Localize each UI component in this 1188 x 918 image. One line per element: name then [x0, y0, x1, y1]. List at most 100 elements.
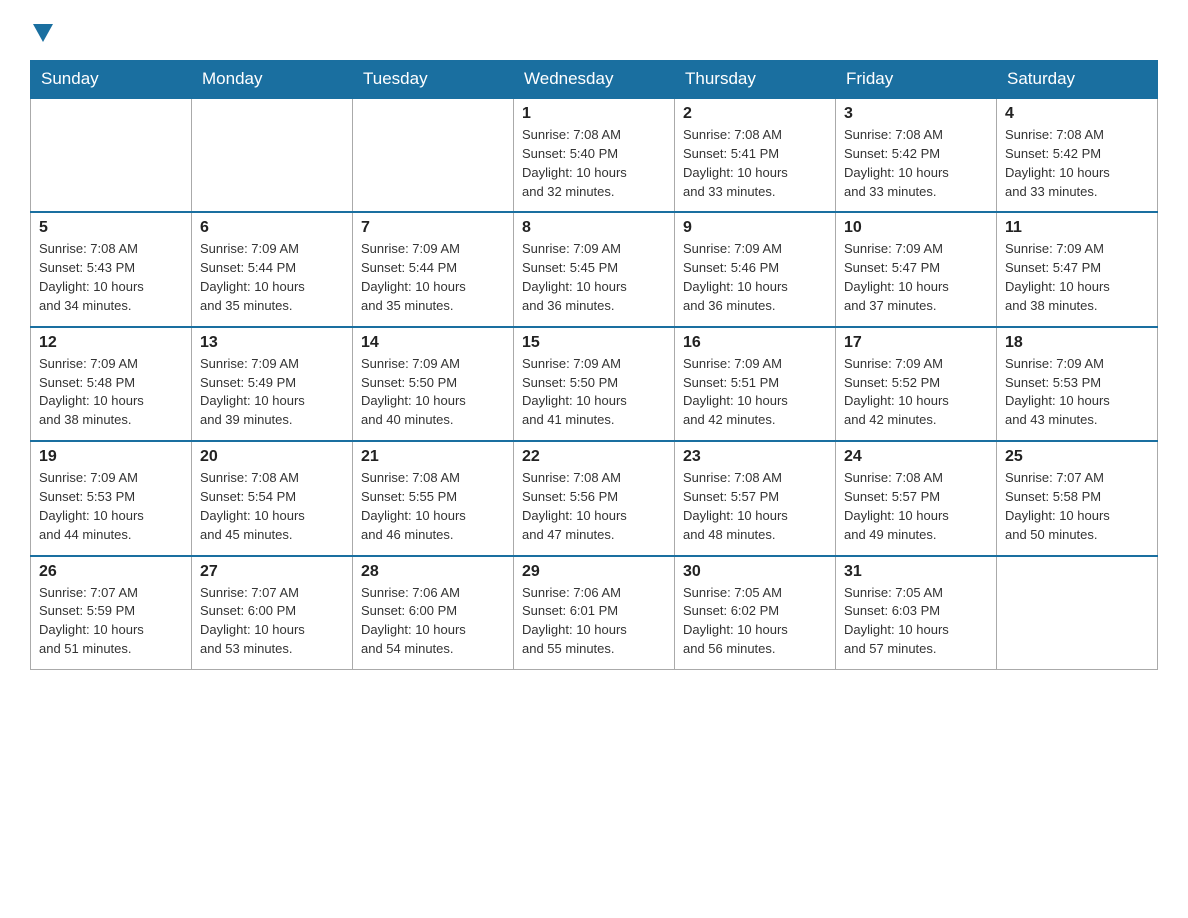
calendar-week-row: 5 Sunrise: 7:08 AM Sunset: 5:43 PM Daylig…	[31, 212, 1158, 326]
day-info: Sunrise: 7:08 AM Sunset: 5:54 PM Dayligh…	[200, 469, 344, 544]
logo	[30, 20, 53, 40]
day-info: Sunrise: 7:08 AM Sunset: 5:57 PM Dayligh…	[844, 469, 988, 544]
day-number: 22	[522, 448, 666, 466]
day-number: 25	[1005, 448, 1149, 466]
calendar-cell	[192, 98, 353, 212]
day-info: Sunrise: 7:07 AM Sunset: 6:00 PM Dayligh…	[200, 584, 344, 659]
calendar-cell: 12 Sunrise: 7:09 AM Sunset: 5:48 PM Dayli…	[31, 327, 192, 441]
calendar-cell: 11 Sunrise: 7:09 AM Sunset: 5:47 PM Dayli…	[997, 212, 1158, 326]
calendar-cell: 9Sunrise: 7:09 AM Sunset: 5:46 PM Daylig…	[675, 212, 836, 326]
calendar-week-row: 19Sunrise: 7:09 AM Sunset: 5:53 PM Dayli…	[31, 441, 1158, 555]
day-header-thursday: Thursday	[675, 61, 836, 99]
day-number: 24	[844, 448, 988, 466]
calendar-cell: 27 Sunrise: 7:07 AM Sunset: 6:00 PM Dayli…	[192, 556, 353, 670]
day-info: Sunrise: 7:09 AM Sunset: 5:50 PM Dayligh…	[361, 355, 505, 430]
day-number: 19	[39, 448, 183, 466]
calendar-cell: 25 Sunrise: 7:07 AM Sunset: 5:58 PM Dayli…	[997, 441, 1158, 555]
day-info: Sunrise: 7:09 AM Sunset: 5:44 PM Dayligh…	[200, 240, 344, 315]
calendar-cell: 30 Sunrise: 7:05 AM Sunset: 6:02 PM Dayli…	[675, 556, 836, 670]
day-number: 27	[200, 563, 344, 581]
day-info: Sunrise: 7:09 AM Sunset: 5:51 PM Dayligh…	[683, 355, 827, 430]
calendar-week-row: 26 Sunrise: 7:07 AM Sunset: 5:59 PM Dayli…	[31, 556, 1158, 670]
calendar-week-row: 1 Sunrise: 7:08 AM Sunset: 5:40 PM Daylig…	[31, 98, 1158, 212]
day-number: 13	[200, 334, 344, 352]
day-info: Sunrise: 7:08 AM Sunset: 5:55 PM Dayligh…	[361, 469, 505, 544]
day-info: Sunrise: 7:05 AM Sunset: 6:03 PM Dayligh…	[844, 584, 988, 659]
calendar-cell: 22 Sunrise: 7:08 AM Sunset: 5:56 PM Dayli…	[514, 441, 675, 555]
calendar-table: SundayMondayTuesdayWednesdayThursdayFrid…	[30, 60, 1158, 670]
calendar-cell: 21 Sunrise: 7:08 AM Sunset: 5:55 PM Dayli…	[353, 441, 514, 555]
day-info: Sunrise: 7:09 AM Sunset: 5:45 PM Dayligh…	[522, 240, 666, 315]
day-info: Sunrise: 7:07 AM Sunset: 5:58 PM Dayligh…	[1005, 469, 1149, 544]
day-number: 23	[683, 448, 827, 466]
calendar-cell	[31, 98, 192, 212]
calendar-cell: 26 Sunrise: 7:07 AM Sunset: 5:59 PM Dayli…	[31, 556, 192, 670]
day-info: Sunrise: 7:05 AM Sunset: 6:02 PM Dayligh…	[683, 584, 827, 659]
day-header-monday: Monday	[192, 61, 353, 99]
day-info: Sunrise: 7:08 AM Sunset: 5:42 PM Dayligh…	[844, 126, 988, 201]
day-info: Sunrise: 7:08 AM Sunset: 5:42 PM Dayligh…	[1005, 126, 1149, 201]
day-header-tuesday: Tuesday	[353, 61, 514, 99]
day-number: 1	[522, 105, 666, 123]
day-number: 31	[844, 563, 988, 581]
day-info: Sunrise: 7:09 AM Sunset: 5:50 PM Dayligh…	[522, 355, 666, 430]
day-number: 26	[39, 563, 183, 581]
day-header-sunday: Sunday	[31, 61, 192, 99]
calendar-cell: 1 Sunrise: 7:08 AM Sunset: 5:40 PM Daylig…	[514, 98, 675, 212]
day-info: Sunrise: 7:09 AM Sunset: 5:47 PM Dayligh…	[1005, 240, 1149, 315]
day-number: 18	[1005, 334, 1149, 352]
day-info: Sunrise: 7:06 AM Sunset: 6:01 PM Dayligh…	[522, 584, 666, 659]
day-number: 28	[361, 563, 505, 581]
day-number: 6	[200, 219, 344, 237]
calendar-cell: 13Sunrise: 7:09 AM Sunset: 5:49 PM Dayli…	[192, 327, 353, 441]
calendar-cell: 16Sunrise: 7:09 AM Sunset: 5:51 PM Dayli…	[675, 327, 836, 441]
day-info: Sunrise: 7:09 AM Sunset: 5:52 PM Dayligh…	[844, 355, 988, 430]
day-info: Sunrise: 7:08 AM Sunset: 5:57 PM Dayligh…	[683, 469, 827, 544]
calendar-cell: 20 Sunrise: 7:08 AM Sunset: 5:54 PM Dayli…	[192, 441, 353, 555]
day-info: Sunrise: 7:09 AM Sunset: 5:47 PM Dayligh…	[844, 240, 988, 315]
calendar-cell: 18Sunrise: 7:09 AM Sunset: 5:53 PM Dayli…	[997, 327, 1158, 441]
day-header-friday: Friday	[836, 61, 997, 99]
calendar-cell: 31 Sunrise: 7:05 AM Sunset: 6:03 PM Dayli…	[836, 556, 997, 670]
calendar-cell: 3 Sunrise: 7:08 AM Sunset: 5:42 PM Daylig…	[836, 98, 997, 212]
day-number: 2	[683, 105, 827, 123]
calendar-cell: 7Sunrise: 7:09 AM Sunset: 5:44 PM Daylig…	[353, 212, 514, 326]
day-info: Sunrise: 7:08 AM Sunset: 5:43 PM Dayligh…	[39, 240, 183, 315]
day-number: 4	[1005, 105, 1149, 123]
day-info: Sunrise: 7:09 AM Sunset: 5:48 PM Dayligh…	[39, 355, 183, 430]
calendar-cell: 28Sunrise: 7:06 AM Sunset: 6:00 PM Dayli…	[353, 556, 514, 670]
page-header	[30, 20, 1158, 40]
day-number: 29	[522, 563, 666, 581]
day-info: Sunrise: 7:08 AM Sunset: 5:56 PM Dayligh…	[522, 469, 666, 544]
calendar-cell: 4 Sunrise: 7:08 AM Sunset: 5:42 PM Daylig…	[997, 98, 1158, 212]
day-number: 8	[522, 219, 666, 237]
calendar-cell: 29 Sunrise: 7:06 AM Sunset: 6:01 PM Dayli…	[514, 556, 675, 670]
day-number: 5	[39, 219, 183, 237]
day-number: 12	[39, 334, 183, 352]
day-number: 15	[522, 334, 666, 352]
day-number: 30	[683, 563, 827, 581]
day-info: Sunrise: 7:07 AM Sunset: 5:59 PM Dayligh…	[39, 584, 183, 659]
day-number: 9	[683, 219, 827, 237]
calendar-cell: 6 Sunrise: 7:09 AM Sunset: 5:44 PM Daylig…	[192, 212, 353, 326]
calendar-cell: 23 Sunrise: 7:08 AM Sunset: 5:57 PM Dayli…	[675, 441, 836, 555]
calendar-cell: 17 Sunrise: 7:09 AM Sunset: 5:52 PM Dayli…	[836, 327, 997, 441]
day-info: Sunrise: 7:08 AM Sunset: 5:41 PM Dayligh…	[683, 126, 827, 201]
day-number: 20	[200, 448, 344, 466]
calendar-week-row: 12 Sunrise: 7:09 AM Sunset: 5:48 PM Dayli…	[31, 327, 1158, 441]
day-number: 17	[844, 334, 988, 352]
day-number: 11	[1005, 219, 1149, 237]
calendar-cell: 19Sunrise: 7:09 AM Sunset: 5:53 PM Dayli…	[31, 441, 192, 555]
day-info: Sunrise: 7:08 AM Sunset: 5:40 PM Dayligh…	[522, 126, 666, 201]
logo-triangle-icon	[33, 24, 53, 42]
calendar-cell: 24 Sunrise: 7:08 AM Sunset: 5:57 PM Dayli…	[836, 441, 997, 555]
calendar-cell: 8 Sunrise: 7:09 AM Sunset: 5:45 PM Daylig…	[514, 212, 675, 326]
calendar-cell	[353, 98, 514, 212]
day-number: 3	[844, 105, 988, 123]
day-info: Sunrise: 7:09 AM Sunset: 5:44 PM Dayligh…	[361, 240, 505, 315]
calendar-cell: 2 Sunrise: 7:08 AM Sunset: 5:41 PM Daylig…	[675, 98, 836, 212]
day-number: 21	[361, 448, 505, 466]
day-header-wednesday: Wednesday	[514, 61, 675, 99]
calendar-cell: 14Sunrise: 7:09 AM Sunset: 5:50 PM Dayli…	[353, 327, 514, 441]
calendar-cell: 10Sunrise: 7:09 AM Sunset: 5:47 PM Dayli…	[836, 212, 997, 326]
